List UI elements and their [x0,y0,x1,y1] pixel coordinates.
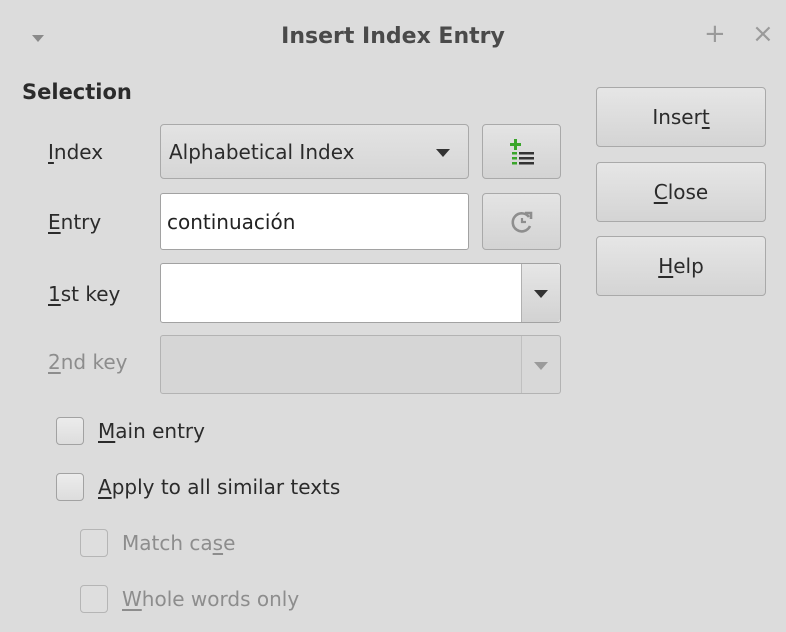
match-case-label: Match case [122,531,236,555]
close-button[interactable]: Close [596,162,766,222]
close-icon[interactable]: × [752,21,774,47]
entry-field[interactable]: continuación [160,193,469,250]
first-key-label: 1st key [48,282,121,306]
index-dropdown-value: Alphabetical Index [169,139,355,164]
refresh-button[interactable] [482,193,561,250]
apply-all-checkbox[interactable]: Apply to all similar texts [56,473,340,501]
first-key-dropdown-button[interactable] [521,264,560,322]
checkbox-box[interactable] [80,529,108,557]
checkbox-box[interactable] [56,473,84,501]
entry-field-value: continuación [167,209,296,234]
new-user-defined-index-icon [509,138,534,164]
match-case-checkbox[interactable]: Match case [80,529,235,557]
dialog-title: Insert Index Entry [281,24,505,49]
insert-index-entry-dialog: Insert Index Entry + × Selection Index A… [0,0,786,632]
section-heading: Selection [22,80,132,104]
chevron-down-icon [534,361,548,370]
first-key-combobox[interactable] [160,263,561,323]
apply-all-label: Apply to all similar texts [98,475,341,499]
whole-words-checkbox[interactable]: Whole words only [80,585,299,613]
main-entry-label: Main entry [98,419,205,443]
checkbox-box[interactable] [80,585,108,613]
whole-words-label: Whole words only [122,587,300,611]
main-entry-checkbox[interactable]: Main entry [56,417,205,445]
refresh-icon [510,211,532,233]
index-label: Index [48,140,104,164]
chevron-down-icon [534,290,548,298]
checkbox-box[interactable] [56,417,84,445]
pin-icon[interactable]: + [704,21,726,47]
insert-button[interactable]: Inser t [596,87,766,147]
entry-label: Entry [48,210,102,234]
chevron-down-icon [436,148,450,157]
title-bar: Insert Index Entry + × [0,0,786,82]
help-button[interactable]: Help [596,236,766,296]
second-key-combobox[interactable] [160,335,561,394]
second-key-dropdown-button[interactable] [521,336,560,393]
second-key-label: 2nd key [48,350,128,374]
new-index-button[interactable] [482,124,561,179]
index-dropdown[interactable]: Alphabetical Index [160,124,469,179]
